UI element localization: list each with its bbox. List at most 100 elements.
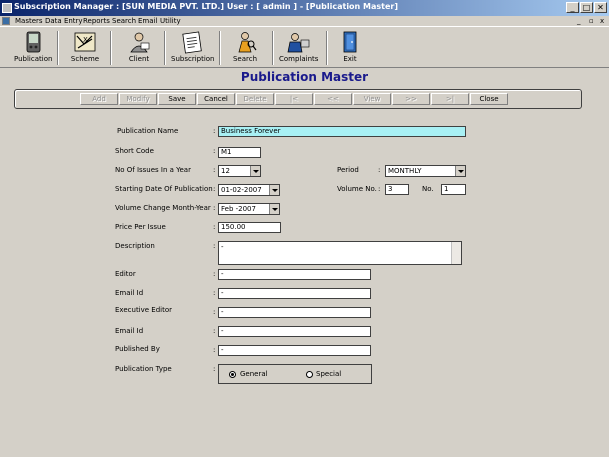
colon: :: [213, 204, 216, 212]
next-record-button[interactable]: >>: [392, 93, 430, 105]
close-button[interactable]: Close: [470, 93, 508, 105]
colon: :: [213, 289, 216, 297]
price-per-issue-field[interactable]: 150.00: [218, 222, 281, 233]
menu-reports[interactable]: Reports: [83, 16, 110, 26]
email-id-field[interactable]: -: [218, 288, 371, 299]
colon: :: [213, 242, 216, 250]
description-label: Description: [115, 242, 155, 250]
radio-general[interactable]: [229, 371, 236, 378]
svg-text:X: X: [83, 36, 88, 44]
toolbar-client-label: Client: [128, 55, 150, 63]
published-by-field[interactable]: -: [218, 345, 371, 356]
toolbar-publication-button[interactable]: Publication: [14, 29, 52, 67]
colon: :: [213, 270, 216, 278]
title-bar: Subscription Manager : [SUN MEDIA PVT. L…: [0, 0, 609, 16]
publication-type-label: Publication Type: [115, 365, 172, 373]
executive-editor-label: Executive Editor: [115, 306, 173, 314]
toolbar-client-button[interactable]: Client: [120, 29, 158, 67]
save-button[interactable]: Save: [158, 93, 196, 105]
previous-record-button[interactable]: <<: [314, 93, 352, 105]
chevron-down-icon: [455, 166, 465, 176]
description-scrollbar[interactable]: [451, 242, 461, 264]
volume-change-label: Volume Change Month-Year: [115, 204, 211, 212]
volume-change-value: Feb -2007: [221, 205, 256, 213]
issues-per-year-select[interactable]: 12: [218, 165, 261, 177]
colon: :: [378, 166, 381, 174]
menu-search[interactable]: Search: [112, 16, 136, 26]
publication-name-label: Publication Name: [117, 127, 179, 135]
executive-email-id-field[interactable]: -: [218, 326, 371, 337]
description-textarea[interactable]: -: [218, 241, 462, 265]
close-window-button[interactable]: ✕: [594, 2, 607, 13]
price-per-issue-label: Price Per Issue: [115, 223, 166, 231]
mdi-child-icon[interactable]: [2, 17, 10, 25]
period-select[interactable]: MONTHLY: [385, 165, 466, 177]
newspaper-icon: [182, 31, 202, 54]
toolbar-scheme-label: Scheme: [70, 55, 100, 63]
client-icon: [130, 32, 150, 53]
menu-data-entry[interactable]: Data Entry: [45, 16, 83, 26]
delete-button[interactable]: Delete: [236, 93, 274, 105]
executive-email-id-label: Email Id: [115, 327, 144, 335]
add-button[interactable]: Add: [80, 93, 118, 105]
start-date-picker[interactable]: 01-02-2007: [218, 184, 280, 196]
toolbar-search-label: Search: [232, 55, 258, 63]
short-code-field[interactable]: M1: [218, 147, 261, 158]
maximize-button[interactable]: □: [580, 2, 593, 13]
toolbar-search-button[interactable]: Search: [226, 29, 264, 67]
no-field[interactable]: 1: [441, 184, 466, 195]
mdi-restore-button[interactable]: ▫: [589, 17, 594, 25]
toolbar-subscription-button[interactable]: Subscription: [171, 29, 215, 67]
view-button[interactable]: View: [353, 93, 391, 105]
executive-editor-field[interactable]: -: [218, 307, 371, 318]
complaints-icon: [287, 33, 310, 53]
publication-name-field[interactable]: Business Forever: [218, 126, 466, 137]
colon: :: [213, 223, 216, 231]
issues-per-year-value: 12: [221, 167, 230, 175]
search-person-icon: [238, 32, 257, 53]
colon: :: [213, 308, 216, 316]
first-record-button[interactable]: |<: [275, 93, 313, 105]
app-icon: [2, 3, 12, 13]
chevron-down-icon: [269, 204, 279, 214]
window-title: Subscription Manager : [SUN MEDIA PVT. L…: [14, 2, 399, 11]
toolbar-publication-label: Publication: [14, 55, 53, 63]
radio-special[interactable]: [306, 371, 313, 378]
chevron-down-icon: [250, 166, 260, 176]
volume-change-picker[interactable]: Feb -2007: [218, 203, 280, 215]
published-by-label: Published By: [115, 345, 160, 353]
toolbar: Publication X Scheme Client Subscription: [0, 26, 609, 68]
cancel-button[interactable]: Cancel: [197, 93, 235, 105]
toolbar-complaints-button[interactable]: Complaints: [279, 29, 319, 67]
action-bar: Add Modify Save Cancel Delete |< << View…: [14, 89, 582, 109]
editor-field[interactable]: -: [218, 269, 371, 280]
menu-masters[interactable]: Masters: [15, 16, 43, 26]
radio-general-label[interactable]: General: [240, 370, 268, 378]
period-label: Period: [337, 166, 359, 174]
exit-door-icon: [343, 31, 357, 53]
colon: :: [213, 327, 216, 335]
toolbar-scheme-button[interactable]: X Scheme: [66, 29, 104, 67]
period-value: MONTHLY: [388, 167, 422, 175]
colon: :: [213, 127, 216, 135]
colon: :: [213, 147, 216, 155]
last-record-button[interactable]: >|: [431, 93, 469, 105]
mdi-minimize-button[interactable]: _: [577, 17, 581, 25]
menu-utility[interactable]: Utility: [160, 16, 181, 26]
minimize-button[interactable]: _: [566, 2, 579, 13]
mdi-close-button[interactable]: x: [600, 17, 604, 25]
no-label: No.: [422, 185, 434, 193]
chevron-down-icon: [269, 185, 279, 195]
modify-button[interactable]: Modify: [119, 93, 157, 105]
menu-email[interactable]: Email: [138, 16, 157, 26]
colon: :: [213, 166, 216, 174]
radio-special-label[interactable]: Special: [316, 370, 341, 378]
colon: :: [213, 185, 216, 193]
short-code-label: Short Code: [115, 147, 154, 155]
publication-type-group: General Special: [218, 364, 372, 384]
page-title: Publication Master: [240, 70, 369, 84]
toolbar-exit-button[interactable]: Exit: [333, 29, 367, 67]
toolbar-subscription-label: Subscription: [171, 55, 215, 63]
toolbar-complaints-label: Complaints: [279, 55, 319, 63]
volume-no-field[interactable]: 3: [385, 184, 409, 195]
